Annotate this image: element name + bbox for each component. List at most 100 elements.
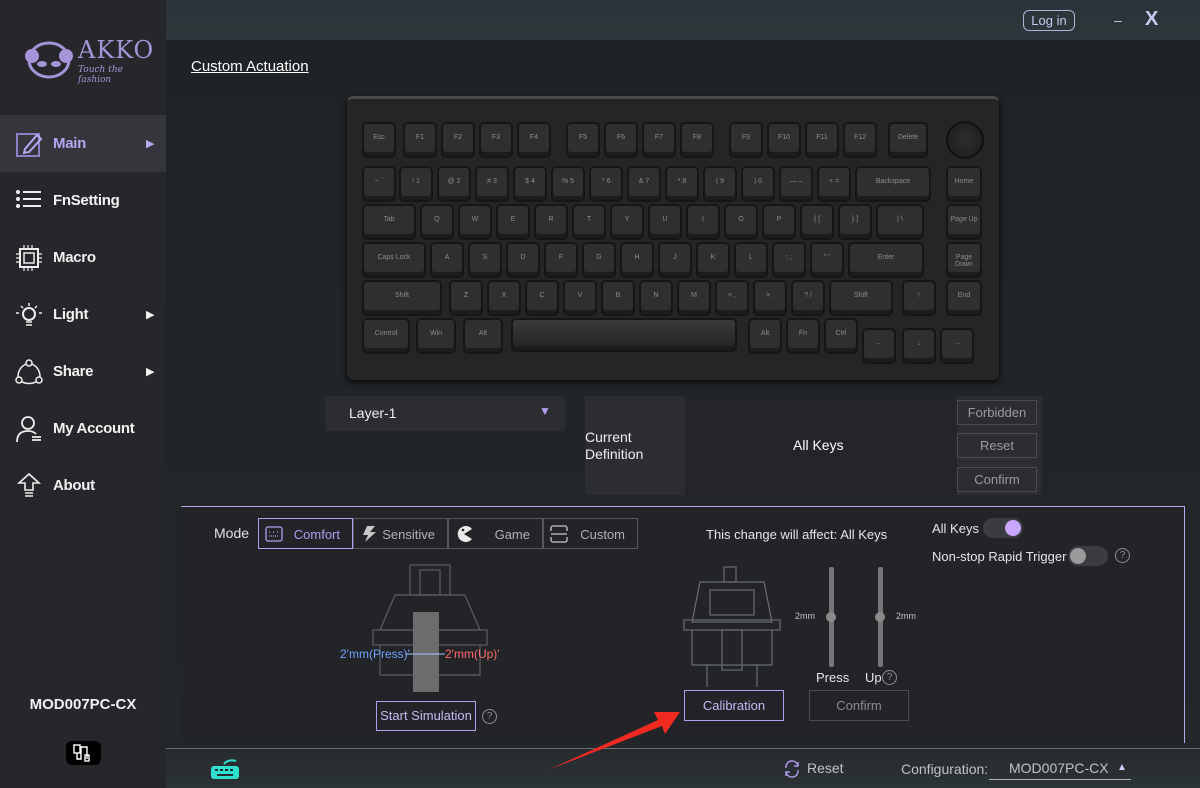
keyboard-key[interactable]: M xyxy=(679,282,709,314)
keyboard-key[interactable]: J xyxy=(660,244,690,276)
keyboard-key[interactable]: F2 xyxy=(443,124,473,156)
keyboard-key[interactable]: + = xyxy=(819,168,849,200)
calibration-button[interactable]: Calibration xyxy=(684,690,784,721)
keyboard-key[interactable]: > . xyxy=(755,282,785,314)
keyboard-key[interactable]: R xyxy=(536,206,566,238)
keyboard-key[interactable]: B xyxy=(603,282,633,314)
keyboard-key[interactable]: Esc xyxy=(364,124,394,156)
keyboard-key[interactable]: ↑ xyxy=(904,282,934,314)
nonstop-rapid-trigger-toggle[interactable] xyxy=(1068,546,1108,566)
reset-button[interactable]: Reset xyxy=(783,760,844,776)
keyboard-key[interactable]: F4 xyxy=(519,124,549,156)
help-icon[interactable]: ? xyxy=(482,709,497,724)
keyboard-key[interactable]: } ] xyxy=(840,206,870,238)
keyboard-key[interactable]: G xyxy=(584,244,614,276)
keyboard-key[interactable]: T xyxy=(574,206,604,238)
keyboard-key[interactable]: S xyxy=(470,244,500,276)
keyboard-key[interactable]: Z xyxy=(451,282,481,314)
keyboard-key[interactable]: Alt xyxy=(465,320,501,352)
keyboard-key[interactable]: End xyxy=(948,282,980,314)
confirm-button[interactable]: Confirm xyxy=(809,690,909,721)
keyboard-key[interactable]: → xyxy=(942,330,972,362)
keyboard-key[interactable]: Tab xyxy=(364,206,414,238)
keyboard-key[interactable]: N xyxy=(641,282,671,314)
sidebar-item-share[interactable]: Share ▶ xyxy=(0,343,166,400)
help-icon[interactable]: ? xyxy=(1115,548,1130,563)
keyboard-key[interactable]: F1 xyxy=(405,124,435,156)
keyboard-key[interactable]: U xyxy=(650,206,680,238)
keyboard-key[interactable]: A xyxy=(432,244,462,276)
keyboard-key[interactable]: @ 2 xyxy=(439,168,469,200)
keyboard-key[interactable]: $ 4 xyxy=(515,168,545,200)
keyboard-key[interactable]: | \ xyxy=(878,206,922,238)
keyboard-key[interactable]: % 5 xyxy=(553,168,583,200)
keyboard-key[interactable]: Alt xyxy=(750,320,780,352)
keyboard-key[interactable]: F6 xyxy=(606,124,636,156)
keyboard-key[interactable]: ← xyxy=(864,330,894,362)
keyboard-key[interactable]: Ctrl xyxy=(826,320,856,352)
page-title[interactable]: Custom Actuation xyxy=(191,58,309,75)
sidebar-item-my-account[interactable]: My Account xyxy=(0,400,166,457)
sidebar-item-macro[interactable]: Macro xyxy=(0,229,166,286)
press-slider-handle[interactable] xyxy=(826,612,836,622)
keyboard-key[interactable]: P xyxy=(764,206,794,238)
keyboard-key[interactable]: ) 0 xyxy=(743,168,773,200)
keyboard-key[interactable]: Win xyxy=(418,320,454,352)
configuration-select[interactable]: MOD007PC-CX xyxy=(989,760,1131,780)
keyboard-key[interactable]: D xyxy=(508,244,538,276)
keyboard-icon[interactable] xyxy=(210,758,240,780)
keyboard-key[interactable]: F11 xyxy=(807,124,837,156)
keyboard-key[interactable]: F12 xyxy=(845,124,875,156)
keyboard-key[interactable]: F9 xyxy=(731,124,761,156)
keyboard-key[interactable]: Shift xyxy=(364,282,440,314)
keyboard-key[interactable] xyxy=(513,320,735,350)
sidebar-item-main[interactable]: Main ▶ xyxy=(0,115,166,172)
keyboard-key[interactable]: Shift xyxy=(831,282,891,314)
keyboard-key[interactable]: Caps Lock xyxy=(364,244,424,276)
keyboard-key[interactable]: Home xyxy=(948,168,980,200)
keyboard-key[interactable]: ? / xyxy=(793,282,823,314)
keyboard-key[interactable]: " ' xyxy=(812,244,842,276)
keyboard-key[interactable]: E xyxy=(498,206,528,238)
keyboard-key[interactable]: Control xyxy=(364,320,408,352)
keyboard-key[interactable]: F7 xyxy=(644,124,674,156)
keyboard-key[interactable]: — – xyxy=(781,168,811,200)
sidebar-item-light[interactable]: Light ▶ xyxy=(0,286,166,343)
layer-select[interactable]: Layer-1 xyxy=(325,396,565,431)
close-button[interactable]: X xyxy=(1145,8,1158,31)
keyboard-key[interactable]: F3 xyxy=(481,124,511,156)
keyboard-key[interactable]: ↓ xyxy=(904,330,934,362)
keyboard-key[interactable]: * 8 xyxy=(667,168,697,200)
sidebar-item-about[interactable]: About xyxy=(0,457,166,514)
keyboard-key[interactable]: I xyxy=(688,206,718,238)
keyboard-key[interactable]: Page Up xyxy=(948,206,980,238)
keyboard-key[interactable]: H xyxy=(622,244,652,276)
keyboard-key[interactable]: Backspace xyxy=(857,168,929,200)
keyboard-key[interactable]: ( 9 xyxy=(705,168,735,200)
keyboard-key[interactable]: & 7 xyxy=(629,168,659,200)
keyboard-key[interactable]: F8 xyxy=(682,124,712,156)
keyboard-key[interactable]: Delete xyxy=(890,124,926,156)
forbidden-button[interactable]: Forbidden xyxy=(957,400,1037,425)
keyboard-key[interactable]: V xyxy=(565,282,595,314)
volume-knob[interactable] xyxy=(946,121,984,159)
keyboard-key[interactable]: C xyxy=(527,282,557,314)
keyboard-key[interactable]: Y xyxy=(612,206,642,238)
keyboard-key[interactable]: F5 xyxy=(568,124,598,156)
reset-definition-button[interactable]: Reset xyxy=(957,433,1037,458)
mode-game[interactable]: Game xyxy=(448,518,543,549)
help-icon[interactable]: ? xyxy=(882,670,897,685)
confirm-definition-button[interactable]: Confirm xyxy=(957,467,1037,492)
keyboard-key[interactable]: W xyxy=(460,206,490,238)
keyboard-key[interactable]: Enter xyxy=(850,244,922,276)
keyboard-key[interactable]: ! 1 xyxy=(401,168,431,200)
keyboard-key[interactable]: Page Down xyxy=(948,244,980,276)
minimize-button[interactable]: – xyxy=(1114,12,1122,28)
keyboard-key[interactable]: # 3 xyxy=(477,168,507,200)
keyboard-key[interactable]: Fn xyxy=(788,320,818,352)
keyboard-key[interactable]: F10 xyxy=(769,124,799,156)
keyboard-key[interactable]: { [ xyxy=(802,206,832,238)
all-keys-toggle[interactable] xyxy=(983,518,1023,538)
mode-sensitive[interactable]: Sensitive xyxy=(353,518,448,549)
keyboard-key[interactable]: O xyxy=(726,206,756,238)
